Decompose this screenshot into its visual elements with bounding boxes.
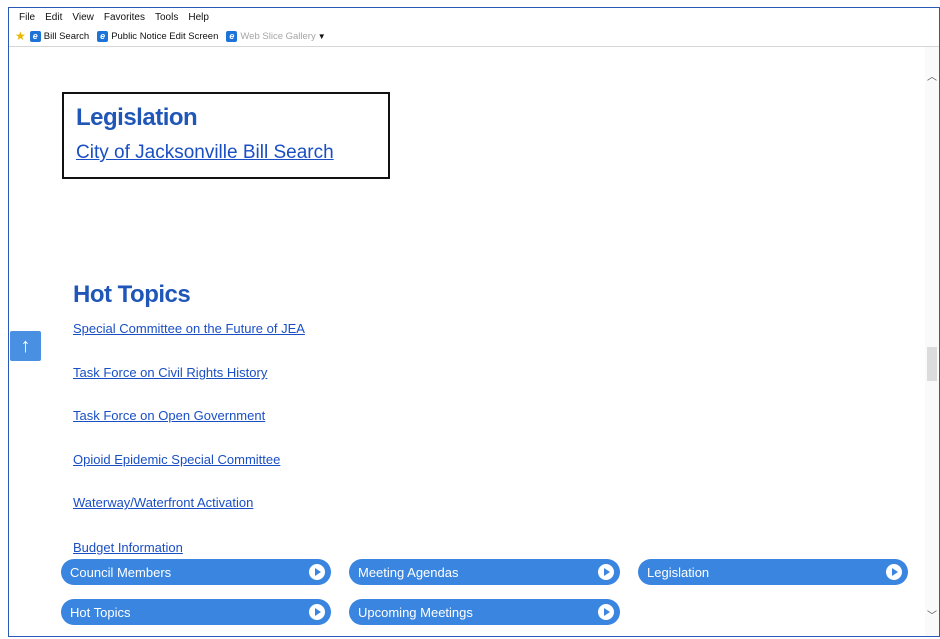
menu-edit[interactable]: Edit <box>45 12 62 23</box>
play-arrow-icon <box>309 564 325 580</box>
page-content: Legislation City of Jacksonville Bill Se… <box>9 47 925 636</box>
vertical-scrollbar[interactable]: ︿ ﹀ <box>925 47 939 636</box>
play-arrow-icon <box>886 564 902 580</box>
legislation-box: Legislation City of Jacksonville Bill Se… <box>62 92 390 179</box>
nav-council-members-button[interactable]: Council Members <box>61 559 331 585</box>
chevron-down-icon[interactable]: ﹀ <box>925 610 939 624</box>
menu-tools[interactable]: Tools <box>155 12 178 23</box>
favorite-public-notice-edit-screen[interactable]: e Public Notice Edit Screen <box>97 30 219 42</box>
play-arrow-icon <box>598 564 614 580</box>
play-arrow-icon <box>309 604 325 620</box>
topic-link-budget[interactable]: Budget Information <box>73 540 183 555</box>
topic-link-jea[interactable]: Special Committee on the Future of JEA <box>73 321 305 336</box>
nav-button-label: Legislation <box>647 564 710 580</box>
menu-favorites[interactable]: Favorites <box>104 12 145 23</box>
nav-button-label: Upcoming Meetings <box>358 604 473 620</box>
favorite-web-slice-gallery[interactable]: e Web Slice Gallery ▼ <box>226 30 326 42</box>
bill-search-link[interactable]: City of Jacksonville Bill Search <box>76 142 334 164</box>
chevron-up-icon[interactable]: ︿ <box>925 71 939 85</box>
menu-view[interactable]: View <box>72 12 94 23</box>
scrollbar-thumb[interactable] <box>927 347 937 381</box>
legislation-heading: Legislation <box>76 104 198 131</box>
hot-topics-heading: Hot Topics <box>73 281 191 308</box>
topic-link-opioid[interactable]: Opioid Epidemic Special Committee <box>73 452 280 467</box>
ie-page-icon: e <box>226 30 238 42</box>
nav-legislation-button[interactable]: Legislation <box>638 559 908 585</box>
caret-down-icon: ▼ <box>317 31 326 41</box>
menu-file[interactable]: File <box>19 12 35 23</box>
nav-hot-topics-button[interactable]: Hot Topics <box>61 599 331 625</box>
nav-button-label: Council Members <box>70 564 172 580</box>
ie-page-icon: e <box>29 30 41 42</box>
arrow-up-icon: ↑ <box>20 334 31 357</box>
favorite-bill-search[interactable]: e Bill Search <box>29 30 90 42</box>
nav-meeting-agendas-button[interactable]: Meeting Agendas <box>349 559 620 585</box>
menu-bar: File Edit View Favorites Tools Help <box>9 8 939 26</box>
star-icon[interactable]: ★ <box>15 29 26 43</box>
favorite-label: Bill Search <box>43 30 90 42</box>
back-to-top-button[interactable]: ↑ <box>10 331 41 361</box>
menu-help[interactable]: Help <box>188 12 209 23</box>
play-arrow-icon <box>598 604 614 620</box>
favorite-label: Web Slice Gallery <box>240 30 316 42</box>
topic-link-civil-rights[interactable]: Task Force on Civil Rights History <box>73 365 267 380</box>
nav-button-label: Meeting Agendas <box>358 564 459 580</box>
topic-link-open-government[interactable]: Task Force on Open Government <box>73 408 265 423</box>
topic-link-waterway[interactable]: Waterway/Waterfront Activation <box>73 495 253 510</box>
ie-page-icon: e <box>97 30 109 42</box>
favorites-bar: ★ e Bill Search e Public Notice Edit Scr… <box>9 26 939 47</box>
nav-upcoming-meetings-button[interactable]: Upcoming Meetings <box>349 599 620 625</box>
nav-button-label: Hot Topics <box>70 604 131 620</box>
favorite-label: Public Notice Edit Screen <box>111 30 219 42</box>
browser-window: File Edit View Favorites Tools Help ★ e … <box>8 7 940 637</box>
